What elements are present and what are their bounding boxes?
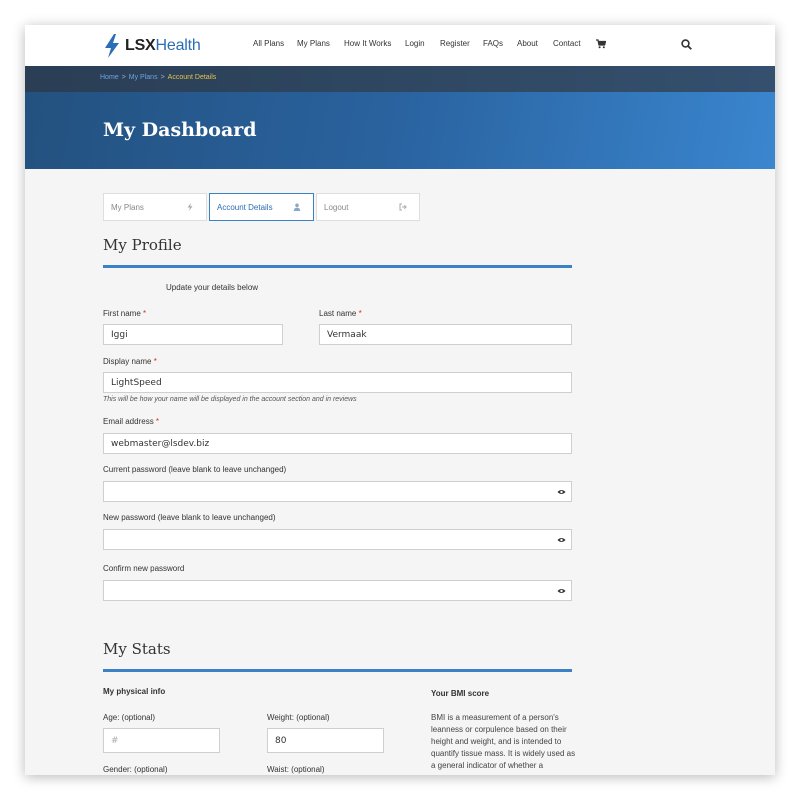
email-label-text: Email address [103, 417, 154, 426]
breadcrumb-current: Account Details [167, 74, 217, 81]
page-title: My Dashboard [103, 119, 257, 141]
display-name-label-text: Display name [103, 357, 152, 366]
lightning-logo-icon [105, 34, 119, 58]
required-mark: * [153, 357, 157, 366]
show-password-eye-icon[interactable] [557, 587, 566, 595]
browser-page: LSX Health All Plans My Plans How It Work… [25, 25, 775, 775]
tab-label: My Plans [111, 203, 144, 212]
sign-out-icon [399, 203, 407, 211]
age-label: Age: (optional) [103, 713, 156, 722]
nav-faqs[interactable]: FAQs [483, 39, 503, 48]
display-name-field[interactable]: LightSpeed [103, 372, 572, 393]
required-mark: * [358, 309, 362, 318]
nav-contact[interactable]: Contact [553, 39, 581, 48]
site-logo[interactable]: LSX Health [103, 34, 201, 58]
last-name-field[interactable]: Vermaak [319, 324, 572, 345]
last-name-label-text: Last name [319, 309, 357, 318]
display-name-label: Display name * [103, 357, 157, 366]
tab-label: Account Details [217, 203, 273, 212]
nav-about[interactable]: About [517, 39, 538, 48]
first-name-label: First name * [103, 309, 146, 318]
last-name-label: Last name * [319, 309, 362, 318]
profile-intro: Update your details below [166, 283, 259, 292]
gender-label: Gender: (optional) [103, 765, 168, 774]
email-field[interactable]: webmaster@lsdev.biz [103, 433, 572, 454]
nav-how-it-works[interactable]: How It Works [344, 39, 391, 48]
bmi-heading: Your BMI score [431, 689, 490, 698]
stats-title: My Stats [103, 640, 171, 658]
logo-text-lsx: LSX [125, 37, 156, 54]
breadcrumb: Home > My Plans > Account Details [100, 74, 216, 81]
weight-label: Weight: (optional) [267, 713, 330, 722]
tab-logout[interactable]: Logout [316, 193, 420, 221]
tab-account-details[interactable]: Account Details [209, 193, 314, 221]
breadcrumb-my-plans[interactable]: My Plans [129, 74, 158, 81]
stats-title-rule [103, 669, 572, 672]
current-password-field[interactable] [103, 481, 572, 502]
nav-login[interactable]: Login [405, 39, 425, 48]
required-mark: * [143, 309, 147, 318]
weight-field[interactable]: 80 [267, 728, 384, 753]
new-password-field[interactable] [103, 529, 572, 550]
first-name-label-text: First name [103, 309, 141, 318]
waist-label: Waist: (optional) [267, 765, 325, 774]
breadcrumb-bar: Home > My Plans > Account Details [25, 66, 775, 92]
profile-title-rule [103, 265, 572, 268]
email-label: Email address * [103, 417, 159, 426]
physical-info-heading: My physical info [103, 687, 166, 696]
display-name-hint: This will be how your name will be displ… [103, 396, 357, 403]
required-mark: * [155, 417, 160, 426]
profile-title: My Profile [103, 236, 182, 254]
age-field[interactable]: # [103, 728, 220, 753]
breadcrumb-home[interactable]: Home [100, 74, 119, 81]
search-icon[interactable] [681, 39, 692, 50]
confirm-password-field[interactable] [103, 580, 572, 601]
page-hero: My Dashboard [25, 92, 775, 169]
tab-my-plans[interactable]: My Plans [103, 193, 207, 221]
nav-my-plans[interactable]: My Plans [297, 39, 330, 48]
current-password-label: Current password (leave blank to leave u… [103, 465, 287, 474]
show-password-eye-icon[interactable] [557, 488, 566, 496]
nav-all-plans[interactable]: All Plans [253, 39, 284, 48]
tab-label: Logout [324, 203, 349, 212]
breadcrumb-separator: > [121, 74, 126, 81]
bolt-icon [187, 203, 193, 211]
site-header: LSX Health All Plans My Plans How It Work… [25, 25, 775, 66]
nav-register[interactable]: Register [440, 39, 470, 48]
cart-icon[interactable] [596, 39, 606, 49]
new-password-label: New password (leave blank to leave uncha… [103, 513, 276, 522]
logo-text-health: Health [155, 37, 201, 54]
show-password-eye-icon[interactable] [557, 536, 566, 544]
confirm-password-label: Confirm new password [103, 564, 185, 573]
bmi-description: BMI is a measurement of a person's leann… [431, 713, 576, 770]
breadcrumb-separator: > [160, 74, 165, 81]
user-icon [293, 203, 301, 211]
first-name-field[interactable]: Iggi [103, 324, 283, 345]
